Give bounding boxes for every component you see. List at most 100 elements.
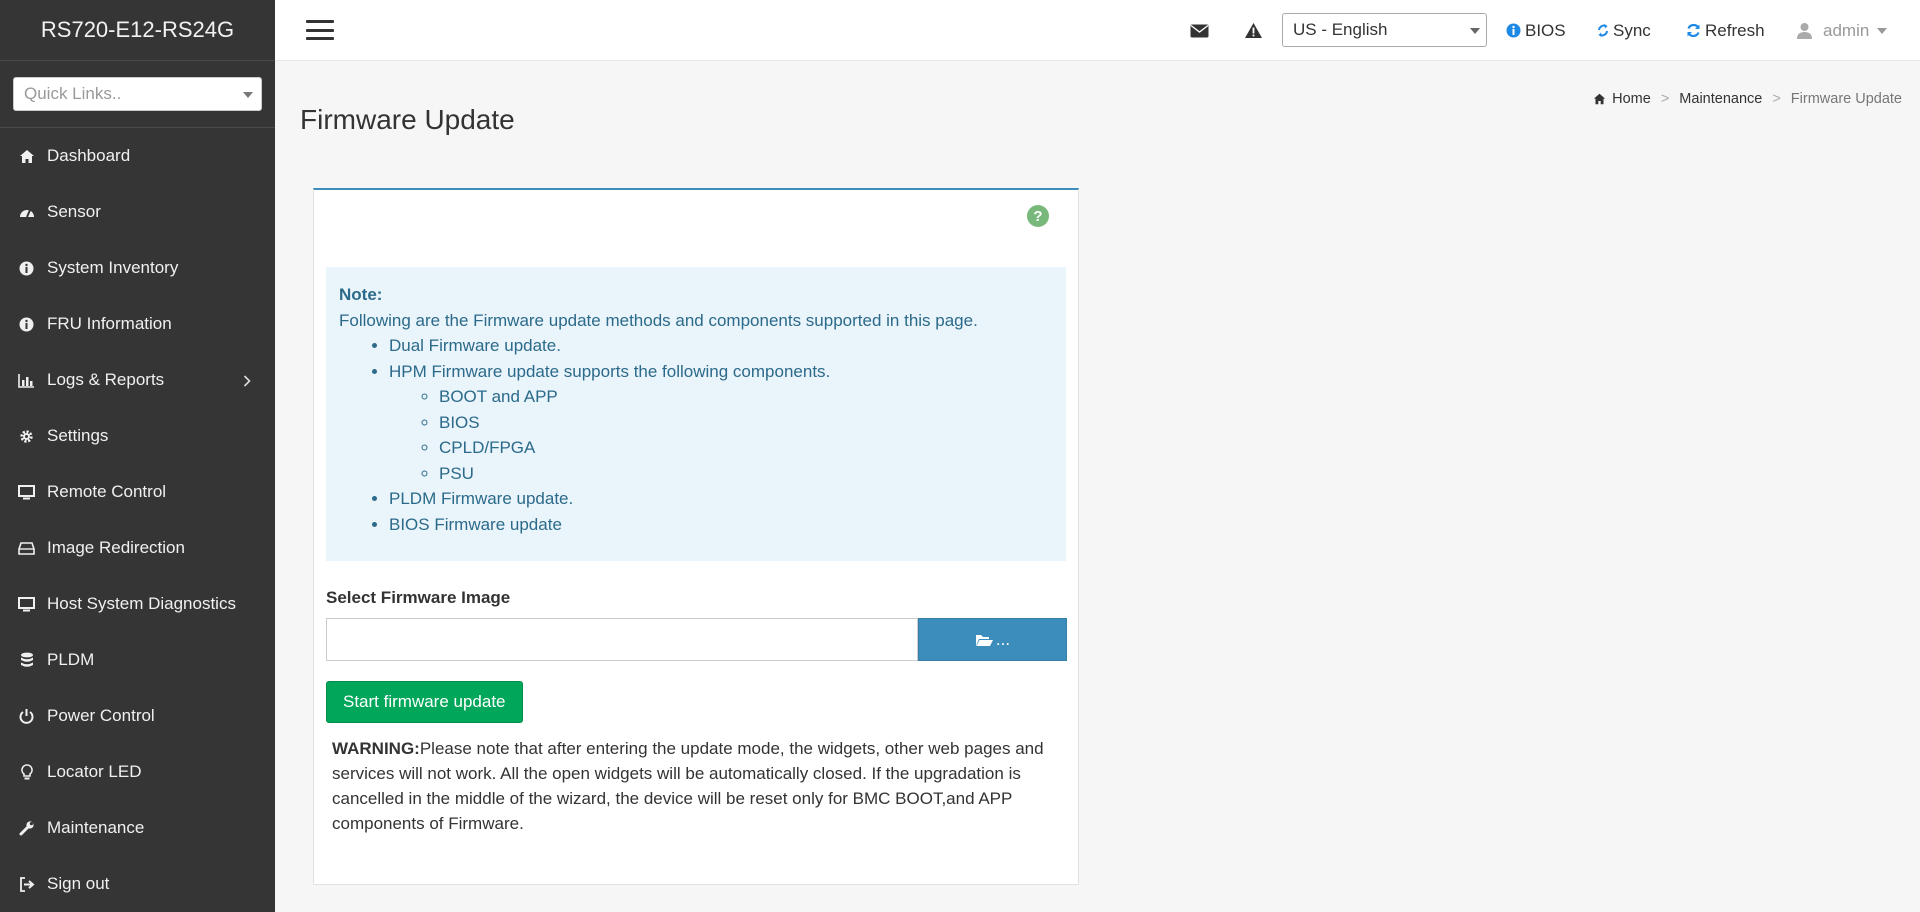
gear-icon — [18, 428, 35, 445]
sidebar-item-power-control[interactable]: Power Control — [0, 688, 275, 744]
breadcrumb-separator: > — [1772, 91, 1781, 107]
gauge-icon — [18, 204, 35, 221]
sidebar-nav: Dashboard Sensor System Inventory FRU In… — [0, 128, 275, 912]
sync-label: Sync — [1613, 20, 1651, 40]
sidebar-item-label: Locator LED — [47, 762, 142, 781]
sidebar-item-remote-control[interactable]: Remote Control — [0, 464, 275, 520]
note-box: Note: Following are the Firmware update … — [326, 267, 1066, 561]
sidebar-item-label: Image Redirection — [47, 538, 185, 557]
drive-icon — [18, 540, 35, 557]
list-item: CPLD/FPGA — [439, 435, 1053, 461]
start-firmware-update-button[interactable]: Start firmware update — [326, 681, 523, 723]
note-title: Note: — [339, 285, 383, 304]
list-item: PLDM Firmware update. — [389, 486, 1053, 512]
folder-open-icon — [975, 633, 994, 647]
sidebar-item-label: Power Control — [47, 706, 155, 725]
language-select[interactable]: US - English — [1282, 13, 1487, 47]
quick-links-placeholder: Quick Links.. — [24, 84, 122, 103]
sidebar-item-label: Dashboard — [47, 146, 131, 165]
sync-button[interactable]: Sync — [1597, 0, 1651, 61]
list-item: BOOT and APP — [439, 384, 1053, 410]
sidebar-item-locator-led[interactable]: Locator LED — [0, 744, 275, 800]
warning-message: Please note that after entering the upda… — [332, 739, 1044, 833]
refresh-label: Refresh — [1705, 20, 1765, 40]
language-value: US - English — [1293, 20, 1388, 39]
sidebar-item-dashboard[interactable]: Dashboard — [0, 128, 275, 184]
sync-icon — [1597, 23, 1609, 38]
sidebar-item-system-inventory[interactable]: System Inventory — [0, 240, 275, 296]
list-item: HPM Firmware update supports the followi… — [389, 359, 1053, 487]
sidebar-item-sign-out[interactable]: Sign out — [0, 856, 275, 912]
breadcrumb-maintenance[interactable]: Maintenance — [1679, 91, 1762, 107]
chevron-right-icon — [243, 372, 251, 392]
sidebar-item-settings[interactable]: Settings — [0, 408, 275, 464]
help-icon[interactable]: ? — [1027, 205, 1049, 227]
bar-chart-icon — [18, 372, 35, 389]
envelope-icon[interactable] — [1190, 0, 1209, 61]
sidebar-item-label: Sensor — [47, 202, 101, 221]
user-menu[interactable]: admin — [1796, 0, 1888, 61]
list-item: BIOS Firmware update — [389, 512, 1053, 538]
sidebar-item-label: Settings — [47, 426, 109, 445]
note-method-list: Dual Firmware update. HPM Firmware updat… — [389, 333, 1053, 537]
monitor-icon — [18, 596, 35, 613]
sidebar-item-fru-information[interactable]: FRU Information — [0, 296, 275, 352]
breadcrumb: Home > Maintenance > Firmware Update — [1593, 91, 1902, 107]
note-intro: Following are the Firmware update method… — [339, 310, 978, 330]
breadcrumb-current: Firmware Update — [1790, 91, 1902, 107]
select-firmware-label: Select Firmware Image — [326, 588, 511, 607]
home-icon — [1593, 93, 1606, 105]
breadcrumb-home[interactable]: Home — [1612, 91, 1651, 107]
quick-links-select[interactable]: Quick Links.. — [13, 77, 262, 111]
database-icon — [18, 652, 35, 669]
user-icon — [1796, 22, 1813, 39]
hpm-component-list: BOOT and APP BIOS CPLD/FPGA PSU — [439, 384, 1053, 486]
firmware-update-card: ? Note: Following are the Firmware updat… — [313, 188, 1079, 885]
brand-title: RS720-E12-RS24G — [0, 0, 275, 61]
sidebar-item-label: Logs & Reports — [47, 370, 165, 389]
sign-out-icon — [18, 876, 35, 893]
page-title: Firmware Update — [300, 104, 515, 135]
list-item: PSU — [439, 461, 1053, 487]
sidebar-item-logs-reports[interactable]: Logs & Reports — [0, 352, 275, 408]
wrench-icon — [18, 820, 35, 837]
top-navbar: US - English BIOS Sync Refresh admin — [275, 0, 1920, 61]
firmware-file-input[interactable] — [326, 618, 918, 661]
warning-text: WARNING:Please note that after entering … — [332, 736, 1052, 836]
sidebar-item-label: Host System Diagnostics — [47, 594, 236, 613]
warning-icon[interactable] — [1244, 0, 1263, 61]
refresh-icon — [1686, 23, 1701, 38]
list-item: BIOS — [439, 410, 1053, 436]
sidebar-item-label: System Inventory — [47, 258, 179, 277]
list-item-text: HPM Firmware update supports the followi… — [389, 361, 831, 381]
breadcrumb-separator: > — [1660, 91, 1670, 107]
home-icon — [18, 148, 35, 165]
sidebar-item-pldm[interactable]: PLDM — [0, 632, 275, 688]
sidebar-item-label: FRU Information — [47, 314, 172, 333]
list-item: Dual Firmware update. — [389, 333, 1053, 359]
power-icon — [18, 708, 35, 725]
hamburger-menu-icon[interactable] — [306, 20, 334, 40]
user-name: admin — [1823, 20, 1870, 40]
chevron-down-icon — [243, 92, 253, 98]
sidebar-item-image-redirection[interactable]: Image Redirection — [0, 520, 275, 576]
monitor-icon — [18, 484, 35, 501]
sidebar-item-sensor[interactable]: Sensor — [0, 184, 275, 240]
sidebar-item-host-system-diagnostics[interactable]: Host System Diagnostics — [0, 576, 275, 632]
info-icon — [1506, 23, 1521, 38]
bios-button[interactable]: BIOS — [1506, 0, 1566, 61]
sidebar-item-label: Maintenance — [47, 818, 145, 837]
browse-label: ... — [995, 629, 1011, 649]
browse-button[interactable]: ... — [918, 618, 1067, 661]
info-icon — [18, 260, 35, 277]
chevron-down-icon — [1470, 28, 1480, 34]
sidebar: RS720-E12-RS24G Quick Links.. Dashboard … — [0, 0, 275, 912]
sidebar-item-label: Remote Control — [47, 482, 167, 501]
caret-down-icon — [1877, 27, 1888, 34]
sidebar-item-label: Sign out — [47, 874, 110, 893]
quick-links-wrapper: Quick Links.. — [0, 61, 275, 128]
sidebar-item-maintenance[interactable]: Maintenance — [0, 800, 275, 856]
refresh-button[interactable]: Refresh — [1686, 0, 1765, 61]
warning-label: WARNING: — [332, 739, 420, 758]
sidebar-item-label: PLDM — [47, 650, 95, 669]
